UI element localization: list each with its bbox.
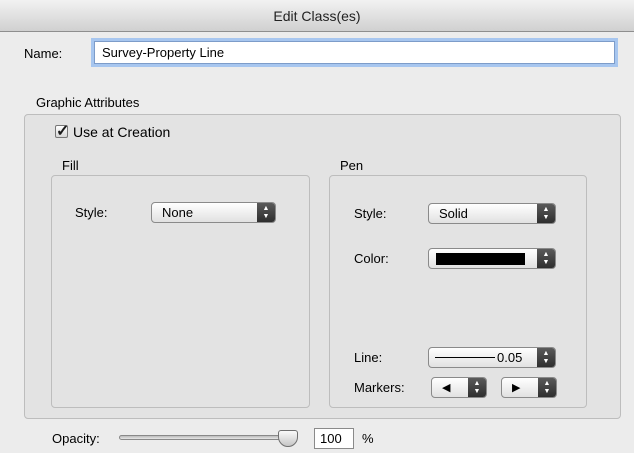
fill-heading: Fill (62, 158, 79, 173)
marker-end-popup[interactable]: ▶ ▲ ▼ (501, 377, 557, 398)
opacity-label: Opacity: (52, 431, 100, 446)
fill-style-popup[interactable]: None ▲ ▼ (151, 202, 276, 223)
up-down-arrows-icon: ▲ ▼ (538, 378, 556, 397)
marker-end-arrow-icon: ▶ (512, 382, 521, 394)
name-input[interactable]: Survey-Property Line (94, 41, 615, 64)
use-at-creation-checkbox[interactable]: ✓ (55, 123, 69, 140)
pen-line-value: 0.05 (497, 350, 523, 365)
pen-style-value: Solid (439, 206, 468, 221)
up-down-arrows-icon: ▲ ▼ (537, 249, 555, 268)
pen-line-label: Line: (354, 350, 383, 365)
pen-color-label: Color: (354, 251, 389, 266)
opacity-unit: % (362, 431, 374, 446)
up-down-arrows-icon: ▲ ▼ (468, 378, 486, 397)
graphic-attributes-heading: Graphic Attributes (36, 95, 140, 110)
checkmark-icon: ✓ (56, 123, 70, 140)
pen-color-popup[interactable]: ▲ ▼ (428, 248, 556, 269)
up-down-arrows-icon: ▲ ▼ (537, 204, 555, 223)
marker-start-arrow-icon: ◀ (442, 382, 451, 394)
use-at-creation-label: Use at Creation (73, 124, 171, 140)
opacity-slider-track[interactable] (119, 435, 289, 440)
fill-style-value: None (162, 205, 194, 220)
opacity-slider-knob[interactable] (278, 430, 298, 447)
marker-start-popup[interactable]: ◀ ▲ ▼ (431, 377, 487, 398)
pen-color-swatch (436, 253, 525, 265)
opacity-input[interactable]: 100 (314, 428, 354, 449)
window-title: Edit Class(es) (273, 8, 361, 24)
pen-line-popup[interactable]: 0.05 ▲ ▼ (428, 347, 556, 368)
window-titlebar: Edit Class(es) (0, 0, 634, 32)
fill-style-label: Style: (75, 205, 108, 220)
pen-markers-label: Markers: (354, 380, 405, 395)
line-sample (435, 357, 495, 358)
name-label: Name: (24, 46, 63, 61)
up-down-arrows-icon: ▲ ▼ (537, 348, 555, 367)
up-down-arrows-icon: ▲ ▼ (257, 203, 275, 222)
pen-heading: Pen (340, 158, 364, 173)
pen-style-popup[interactable]: Solid ▲ ▼ (428, 203, 556, 224)
pen-style-label: Style: (354, 206, 387, 221)
